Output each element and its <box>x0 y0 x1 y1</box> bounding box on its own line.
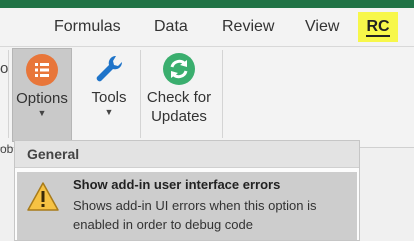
menu-item-show-addin-ui-errors[interactable]: Show add-in user interface errors Shows … <box>17 172 357 240</box>
chevron-down-icon: ▼ <box>37 108 47 118</box>
options-button[interactable]: Options ▼ <box>12 48 72 142</box>
menu-item-description: Shows add-in UI errors when this option … <box>73 198 317 232</box>
group-separator <box>140 50 141 138</box>
warning-icon <box>26 181 60 213</box>
options-label: Options <box>16 90 68 107</box>
group-separator <box>8 50 9 138</box>
tab-review[interactable]: Review <box>222 16 274 38</box>
menu-section-header: General <box>15 141 359 168</box>
options-dropdown-menu: General Show add-in user interface error… <box>14 140 360 241</box>
group-separator <box>222 50 223 138</box>
check-for-updates-button[interactable]: Check for Updates <box>144 48 214 126</box>
tab-view[interactable]: View <box>305 16 339 38</box>
updates-label: Updates <box>151 108 207 125</box>
tab-rc-label: RC <box>366 18 390 37</box>
title-bar-strip <box>0 0 414 8</box>
ribbon-tabs: Formulas Data Review View RC <box>0 8 414 46</box>
tab-formulas[interactable]: Formulas <box>54 16 121 38</box>
wrench-icon <box>92 52 126 86</box>
tools-label: Tools <box>91 89 127 106</box>
check-for-label: Check for <box>146 89 212 106</box>
menu-item-title: Show add-in user interface errors <box>73 177 281 192</box>
chevron-down-icon: ▼ <box>104 107 114 117</box>
refresh-icon <box>162 52 196 86</box>
list-icon <box>25 53 59 87</box>
tab-rc[interactable]: RC <box>358 12 398 42</box>
tools-button[interactable]: Tools ▼ <box>84 48 134 117</box>
partial-group-label: ob <box>0 142 14 156</box>
tab-data[interactable]: Data <box>154 16 188 38</box>
